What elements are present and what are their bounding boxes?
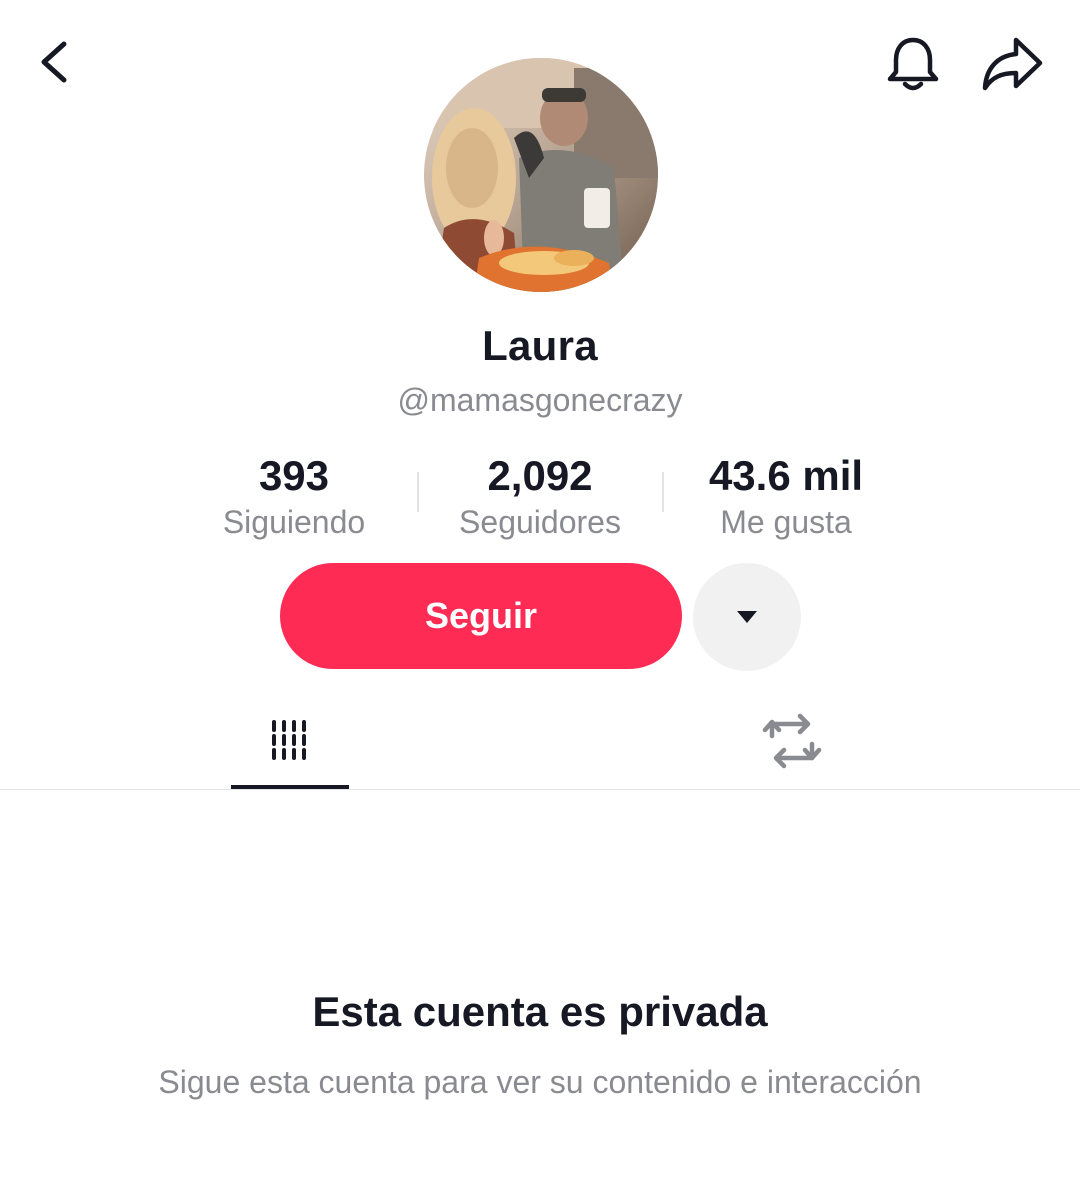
tab-videos[interactable] <box>230 700 350 790</box>
private-account-description: Sigue esta cuenta para ver su contenido … <box>158 1064 922 1100</box>
likes-stat[interactable]: 43.6 mil Me gusta <box>666 450 906 542</box>
share-button[interactable] <box>978 34 1046 96</box>
notification-button[interactable] <box>880 32 946 98</box>
repost-icon <box>762 713 822 769</box>
following-stat[interactable]: 393 Siguiendo <box>174 450 414 542</box>
display-name: Laura <box>482 322 598 369</box>
videos-grid-icon <box>272 720 306 760</box>
following-count: 393 <box>258 452 330 499</box>
likes-label: Me gusta <box>720 504 852 540</box>
followers-count: 2,092 <box>487 452 593 499</box>
followers-stat[interactable]: 2,092 Seguidores <box>420 450 660 542</box>
private-account-title: Esta cuenta es privada <box>312 988 768 1035</box>
profile-photo <box>424 58 658 292</box>
followers-label: Seguidores <box>459 504 621 540</box>
stat-divider <box>662 472 664 512</box>
likes-count: 43.6 mil <box>708 452 864 499</box>
tab-divider <box>0 789 1080 790</box>
avatar[interactable] <box>424 58 658 292</box>
bell-icon <box>887 37 939 91</box>
tab-reposts[interactable] <box>732 700 852 790</box>
chevron-left-icon <box>41 41 67 83</box>
more-options-button[interactable] <box>693 563 801 671</box>
following-label: Siguiendo <box>222 504 366 540</box>
stat-divider <box>417 472 419 512</box>
share-arrow-icon <box>982 37 1043 91</box>
caret-down-icon <box>737 611 757 623</box>
back-button[interactable] <box>28 34 84 90</box>
follow-button[interactable]: Seguir <box>280 563 682 669</box>
username: @mamasgonecrazy <box>397 382 683 418</box>
